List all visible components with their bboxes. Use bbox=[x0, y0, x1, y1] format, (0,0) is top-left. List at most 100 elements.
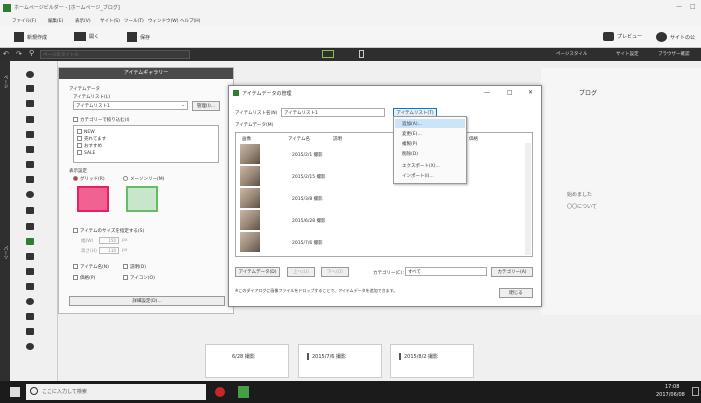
photo-card[interactable]: 2015/8/2 撮影 bbox=[390, 344, 474, 378]
close-button[interactable]: 閉じる bbox=[499, 288, 533, 298]
category-filter-checkbox[interactable]: カテゴリーで絞り込む(I) bbox=[73, 117, 130, 123]
item-gallery-icon[interactable] bbox=[26, 238, 34, 245]
table-row[interactable]: 2015/2/1 撮影 bbox=[240, 144, 520, 166]
menu-help[interactable]: ヘルプ(H) bbox=[180, 18, 200, 24]
minimize-icon[interactable]: — bbox=[676, 3, 682, 10]
move-down-button[interactable]: 下へ(O) bbox=[321, 267, 349, 277]
icon-checkbox[interactable]: アイコン(O) bbox=[123, 275, 155, 281]
table-row[interactable]: 2015/2/15 撮影 bbox=[240, 166, 520, 188]
parts-icon-bar bbox=[10, 61, 58, 381]
item-list-select[interactable]: アイテムリスト1 ⌄ bbox=[73, 101, 188, 110]
page-title-input[interactable] bbox=[40, 50, 190, 59]
redo-icon[interactable]: ↷ bbox=[16, 50, 22, 58]
preview-button[interactable]: プレビュー bbox=[603, 32, 642, 41]
camera-icon[interactable] bbox=[26, 191, 34, 198]
undo-icon[interactable]: ↶ bbox=[3, 50, 9, 58]
size-checkbox[interactable]: アイテムのサイズを指定する(S) bbox=[73, 228, 144, 234]
person-icon[interactable] bbox=[26, 283, 34, 290]
menu-item-export[interactable]: エクスポート(X)... bbox=[402, 163, 440, 169]
desktop-view-icon[interactable] bbox=[322, 50, 334, 58]
table-scrollbar[interactable] bbox=[525, 143, 531, 255]
zoom-icon[interactable]: ⚲ bbox=[29, 49, 34, 57]
menu-window[interactable]: ウィンドウ(W) bbox=[148, 18, 178, 24]
list-icon[interactable] bbox=[26, 161, 34, 168]
masonry-radio[interactable]: メーソンリー(M) bbox=[123, 176, 164, 182]
heading-icon[interactable] bbox=[26, 146, 34, 153]
menu-view[interactable]: 表示(V) bbox=[75, 18, 91, 24]
cart-icon[interactable] bbox=[26, 313, 34, 320]
question-icon[interactable] bbox=[26, 298, 34, 305]
height-input[interactable]: 110 bbox=[99, 247, 119, 254]
tab-parts[interactable]: パーツ bbox=[2, 246, 8, 260]
photo-card[interactable]: 2015/7/6 撮影 bbox=[298, 344, 382, 378]
toolbar: 新規作成 開く 保存 プレビュー サイトの公 bbox=[0, 26, 701, 48]
category-item[interactable]: NEW bbox=[77, 129, 95, 135]
gallery-icon[interactable] bbox=[26, 223, 34, 230]
layout-icon[interactable] bbox=[26, 85, 34, 92]
add-item-data-button[interactable]: アイテムデータ(D) bbox=[235, 267, 280, 277]
table-row[interactable]: 2015/7/6 撮影 bbox=[240, 232, 520, 254]
manage-button[interactable]: 管理(I)... bbox=[192, 101, 220, 111]
maximize-icon[interactable]: □ bbox=[690, 3, 696, 10]
chrome-icon[interactable] bbox=[215, 387, 225, 397]
twitter-icon[interactable] bbox=[26, 328, 34, 335]
page-style-button[interactable]: ページスタイル bbox=[556, 51, 587, 57]
search-box[interactable]: ここに入力して検索 bbox=[26, 384, 206, 400]
save-button[interactable]: 保存 bbox=[127, 32, 150, 42]
save-label: 保存 bbox=[140, 34, 151, 41]
category-item[interactable]: SALE bbox=[77, 150, 95, 156]
menu-file[interactable]: ファイル(F) bbox=[12, 18, 36, 24]
photo-card[interactable]: 6/28 撮影 bbox=[205, 344, 289, 378]
site-settings-button[interactable]: サイト設定 bbox=[616, 51, 639, 57]
item-list-label: アイテムリスト(L) bbox=[73, 95, 111, 100]
site-publish-button[interactable]: サイトの公 bbox=[656, 32, 695, 42]
table-row[interactable]: 2015/6/28 撮影 bbox=[240, 210, 520, 232]
mobile-view-icon[interactable] bbox=[359, 50, 364, 58]
chat-icon[interactable] bbox=[26, 343, 34, 350]
homepage-builder-icon[interactable] bbox=[238, 386, 249, 398]
info-icon[interactable] bbox=[26, 71, 34, 78]
maximize-icon[interactable]: □ bbox=[507, 89, 513, 96]
category-button[interactable]: カテゴリー(A) bbox=[491, 267, 533, 277]
masonry-preview-image[interactable] bbox=[126, 186, 158, 212]
table-row[interactable]: 2015/3/8 撮影 bbox=[240, 188, 520, 210]
close-icon[interactable]: ✕ bbox=[528, 89, 533, 96]
header-icon[interactable] bbox=[26, 100, 34, 107]
open-button[interactable]: 開く bbox=[74, 32, 99, 41]
height-unit: px bbox=[122, 248, 128, 253]
description-checkbox[interactable]: 説明(D) bbox=[123, 264, 146, 270]
menu-item-edit[interactable]: 変更(E)... bbox=[402, 131, 422, 137]
text-icon[interactable] bbox=[26, 131, 34, 138]
dialog-title-bar: アイテムデータの管理 — □ ✕ bbox=[229, 86, 541, 100]
table-icon[interactable] bbox=[26, 176, 34, 183]
category-item[interactable]: おすすめ bbox=[77, 143, 102, 149]
menu-item-add[interactable]: 追加(A)... bbox=[402, 121, 422, 127]
grid-preview-image[interactable] bbox=[77, 186, 109, 212]
price-checkbox[interactable]: 価格(P) bbox=[73, 275, 95, 281]
new-button[interactable]: 新規作成 bbox=[14, 32, 47, 42]
map-icon[interactable] bbox=[26, 253, 34, 260]
tab-pages[interactable]: ページ bbox=[2, 75, 8, 89]
menu-item-delete[interactable]: 削除(D) bbox=[402, 151, 418, 157]
move-up-button[interactable]: 上へ(U) bbox=[287, 267, 315, 277]
image-icon[interactable] bbox=[26, 207, 34, 214]
width-input[interactable]: 150 bbox=[99, 237, 119, 244]
category-item[interactable]: 売れてます bbox=[77, 136, 106, 142]
browser-check-button[interactable]: ブラウザー確認 bbox=[658, 51, 690, 57]
grid-radio[interactable]: グリッド(R) bbox=[73, 176, 105, 182]
menu-item-import[interactable]: インポート(I)... bbox=[402, 173, 434, 179]
list-name-select[interactable]: アイテムリスト1 bbox=[281, 108, 385, 117]
menu-edit[interactable]: 編集(E) bbox=[48, 18, 63, 24]
details-settings-button[interactable]: 詳細設定(D)... bbox=[69, 296, 225, 306]
menu-icon[interactable] bbox=[26, 116, 34, 123]
notification-icon[interactable] bbox=[692, 387, 699, 396]
menu-site[interactable]: サイト(S) bbox=[100, 18, 120, 24]
windows-start-icon[interactable] bbox=[10, 387, 20, 397]
item-name-checkbox[interactable]: アイテム名(N) bbox=[73, 264, 109, 270]
video-icon[interactable] bbox=[26, 268, 34, 275]
category-select[interactable]: すべて bbox=[405, 267, 487, 276]
menu-bar: ファイル(F) 編集(E) 表示(V) サイト(S) ツール(T) ウィンドウ(… bbox=[0, 16, 701, 26]
menu-item-duplicate[interactable]: 複製(P) bbox=[402, 141, 417, 147]
menu-tools[interactable]: ツール(T) bbox=[124, 18, 144, 24]
minimize-icon[interactable]: — bbox=[484, 89, 490, 96]
